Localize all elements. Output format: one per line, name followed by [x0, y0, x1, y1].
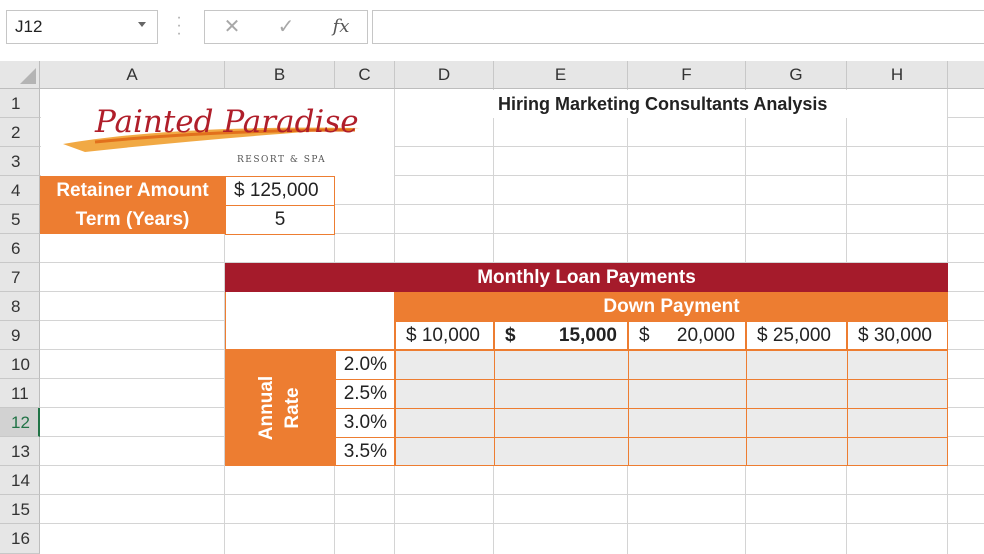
cancel-icon[interactable]: ✕ [218, 14, 246, 40]
down-payment-amount: 10,000 [421, 325, 480, 346]
row-header-9[interactable]: 9 [0, 321, 40, 350]
col-header-e[interactable]: E [494, 61, 628, 89]
payment-cell[interactable] [628, 408, 747, 438]
col-header-g[interactable]: G [746, 61, 847, 89]
checkmark-icon[interactable]: ✓ [272, 14, 300, 40]
down-payment-amount: 15,000 [558, 325, 617, 346]
annual-rate-label-line1: Annual [256, 375, 277, 441]
row-header-8[interactable]: 8 [0, 292, 40, 321]
col-header-i[interactable] [948, 61, 984, 89]
rate-cell[interactable]: 3.0% [335, 408, 395, 438]
payment-cell[interactable] [847, 408, 948, 438]
name-box-value: J12 [15, 17, 43, 36]
currency-symbol: $ [505, 325, 516, 346]
payment-cell[interactable] [847, 379, 948, 409]
sheet-title[interactable]: Hiring Marketing Consultants Analysis [395, 90, 947, 118]
term-label-cell[interactable]: Term (Years) [40, 205, 225, 234]
formula-input[interactable] [372, 10, 984, 44]
retainer-label-cell[interactable]: Retainer Amount [40, 176, 225, 205]
payment-cell[interactable] [746, 379, 848, 409]
logo-title: Painted Paradise [94, 104, 359, 140]
row-header-10[interactable]: 10 [0, 350, 40, 379]
name-box[interactable]: J12 [6, 10, 158, 44]
row-header-11[interactable]: 11 [0, 379, 40, 408]
row-header-14[interactable]: 14 [0, 466, 40, 495]
payment-cell[interactable] [628, 379, 747, 409]
payment-cell[interactable] [395, 437, 495, 466]
annual-rate-label-line2: Rate [282, 387, 303, 429]
row-header-16[interactable]: 16 [0, 524, 40, 554]
row-header-5[interactable]: 5 [0, 205, 40, 234]
insert-function-button[interactable]: fx [326, 14, 356, 40]
row-header-4[interactable]: 4 [0, 176, 40, 205]
chevron-down-icon[interactable] [138, 22, 146, 27]
col-header-f[interactable]: F [628, 61, 746, 89]
rate-cell[interactable]: 3.5% [335, 437, 395, 466]
payment-cell[interactable] [494, 437, 629, 466]
gridline [40, 494, 984, 495]
down-payment-header-cell[interactable]: Down Payment [395, 292, 948, 321]
down-payment-amount: 25,000 [772, 325, 831, 346]
row-header-13[interactable]: 13 [0, 437, 40, 466]
currency-symbol: $ [757, 325, 768, 346]
down-payment-cell[interactable]: $15,000 [494, 321, 628, 350]
payment-cell[interactable] [847, 437, 948, 466]
table-title-cell[interactable]: Monthly Loan Payments [225, 263, 948, 292]
annual-rate-label: Annual Rate [254, 376, 306, 440]
col-header-a[interactable]: A [40, 61, 225, 89]
row-header-3[interactable]: 3 [0, 147, 40, 176]
row-header-7[interactable]: 7 [0, 263, 40, 292]
row-header-1[interactable]: 1 [0, 89, 40, 118]
retainer-value-cell[interactable]: $ 125,000 [225, 176, 335, 206]
down-payment-amount: 20,000 [676, 325, 735, 346]
payment-cell[interactable] [494, 350, 629, 380]
down-payment-cell[interactable]: $20,000 [628, 321, 746, 350]
col-header-d[interactable]: D [395, 61, 494, 89]
rate-cell[interactable]: 2.5% [335, 379, 395, 409]
payment-cell[interactable] [746, 350, 848, 380]
payment-cell[interactable] [395, 408, 495, 438]
down-payment-amount: 30,000 [873, 325, 932, 346]
more-options-icon: · · · [176, 9, 182, 42]
row-header-2[interactable]: 2 [0, 118, 40, 147]
currency-symbol: $ [406, 325, 417, 346]
payment-cell[interactable] [746, 408, 848, 438]
annual-rate-label-cell[interactable]: Annual Rate [225, 350, 335, 466]
payment-cell[interactable] [494, 379, 629, 409]
gridline [40, 523, 984, 524]
row-header-6[interactable]: 6 [0, 234, 40, 263]
payment-cell[interactable] [628, 437, 747, 466]
col-header-c[interactable]: C [335, 61, 395, 89]
currency-symbol: $ [858, 325, 869, 346]
logo: Painted Paradise RESORT & SPA [63, 104, 360, 165]
rate-cell[interactable]: 2.0% [335, 350, 395, 380]
payment-cell[interactable] [628, 350, 747, 380]
table-corner-cell[interactable] [225, 292, 395, 350]
select-all-icon [20, 68, 36, 84]
col-header-h[interactable]: H [847, 61, 948, 89]
payment-cell[interactable] [395, 379, 495, 409]
row-header-15[interactable]: 15 [0, 495, 40, 524]
down-payment-cell[interactable]: $ 30,000 [847, 321, 948, 350]
payment-cell[interactable] [494, 408, 629, 438]
down-payment-cell[interactable]: $ 10,000 [395, 321, 494, 350]
payment-cell[interactable] [746, 437, 848, 466]
col-header-b[interactable]: B [225, 61, 335, 89]
down-payment-cell[interactable]: $ 25,000 [746, 321, 847, 350]
currency-symbol: $ [639, 325, 650, 346]
term-value-cell[interactable]: 5 [225, 205, 335, 235]
payment-cell[interactable] [847, 350, 948, 380]
logo-subtitle: RESORT & SPA [237, 155, 326, 165]
payment-cell[interactable] [395, 350, 495, 380]
row-header-12[interactable]: 12 [0, 408, 40, 437]
